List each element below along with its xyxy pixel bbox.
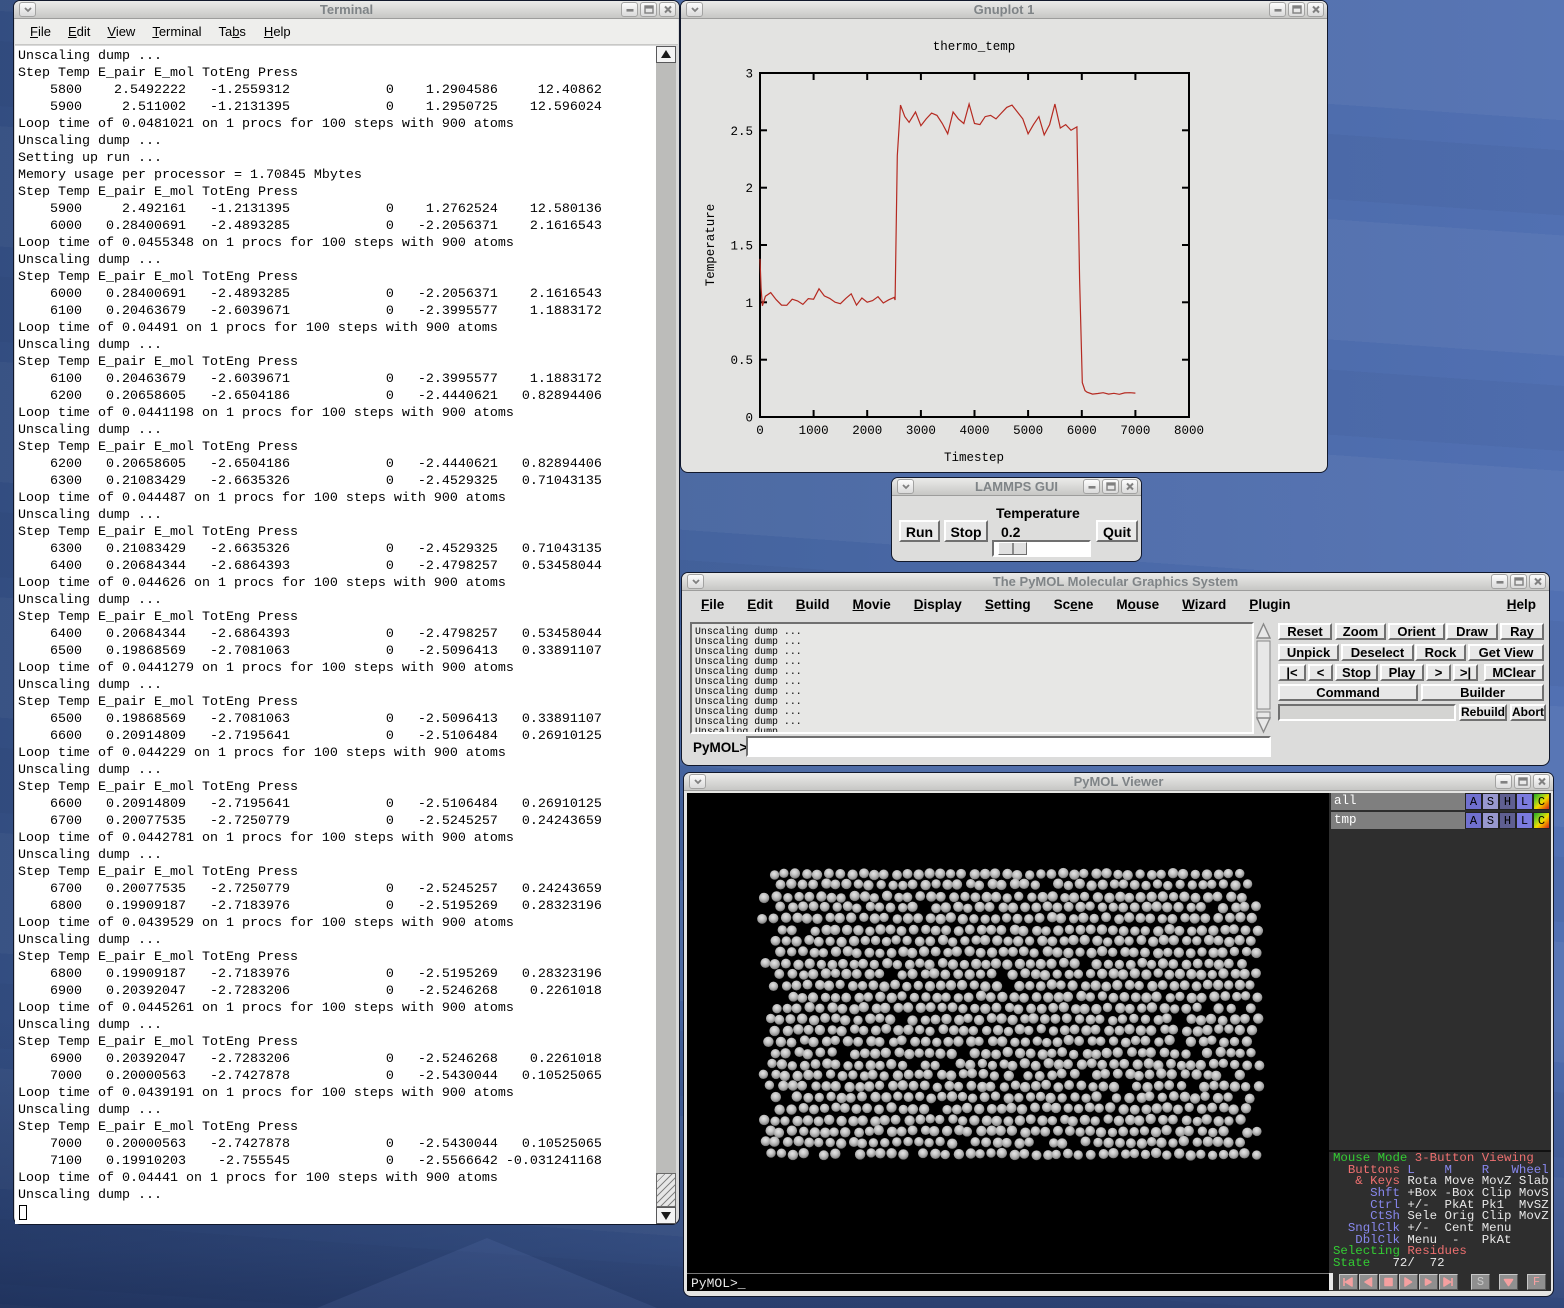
- svg-text:8000: 8000: [1174, 424, 1204, 438]
- svg-text:4000: 4000: [959, 424, 989, 438]
- svg-text:0: 0: [745, 412, 753, 426]
- svg-text:1000: 1000: [799, 424, 829, 438]
- svg-text:2: 2: [745, 182, 753, 196]
- svg-text:2.5: 2.5: [730, 125, 753, 139]
- svg-text:6000: 6000: [1067, 424, 1097, 438]
- svg-text:2000: 2000: [852, 424, 882, 438]
- svg-text:5000: 5000: [1013, 424, 1043, 438]
- svg-text:3000: 3000: [906, 424, 936, 438]
- svg-text:Temperature: Temperature: [704, 204, 718, 287]
- svg-text:0.5: 0.5: [730, 354, 753, 368]
- svg-text:1.5: 1.5: [730, 240, 753, 254]
- svg-text:3: 3: [745, 68, 753, 82]
- svg-text:0: 0: [756, 424, 764, 438]
- svg-text:Timestep: Timestep: [944, 451, 1004, 465]
- svg-text:thermo_temp: thermo_temp: [933, 40, 1016, 54]
- svg-text:7000: 7000: [1120, 424, 1150, 438]
- svg-text:1: 1: [745, 297, 753, 311]
